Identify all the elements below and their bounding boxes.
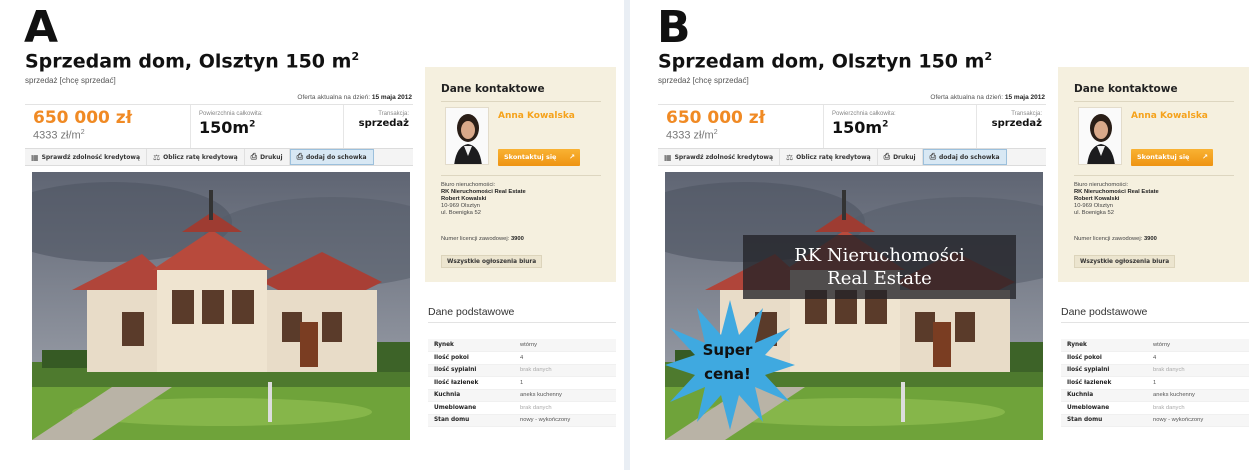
- table-row: Ilość sypialni brak danych: [1061, 364, 1249, 377]
- calculator-icon: ▦: [664, 152, 672, 162]
- add-to-clipboard-button[interactable]: ⎙ dodaj do schowka: [289, 149, 374, 165]
- listing-panel-b: B Sprzedam dom, Olsztyn 150 m2 sprzedaż …: [633, 0, 1253, 470]
- listing-subtitle: sprzedaż [chcę sprzedać]: [25, 76, 116, 85]
- clipboard-icon: ⎙: [296, 152, 304, 161]
- offer-date: Oferta aktualna na dzień: 15 maja 2012: [930, 94, 1045, 101]
- divider: [441, 175, 601, 176]
- area-label: Powierzchnia całkowita:: [832, 111, 896, 117]
- contact-button[interactable]: Skontaktuj się ↗: [1131, 149, 1213, 166]
- area-value: 150m2: [199, 118, 256, 137]
- print-button[interactable]: ⎙ Drukuj: [245, 149, 290, 165]
- credit-check-button[interactable]: ▦ Sprawdź zdolność kredytową: [658, 149, 780, 165]
- panel-divider: [624, 0, 630, 470]
- divider: [428, 322, 616, 323]
- table-row: Rynek wtórny: [428, 339, 616, 352]
- agent-avatar: [1078, 107, 1122, 165]
- scale-icon: ⚖: [153, 152, 161, 162]
- printer-icon: ⎙: [250, 152, 258, 161]
- contact-button[interactable]: Skontaktuj się ↗: [498, 149, 580, 166]
- panel-label: B: [657, 2, 691, 53]
- price-summary: 650 000 zł 4333 zł/m2 Powierzchnia całko…: [25, 104, 413, 149]
- panel-label: A: [24, 2, 59, 53]
- listing-toolbar: ▦ Sprawdź zdolność kredytową ⚖ Oblicz ratę…: [25, 148, 413, 166]
- transaction-label: Transakcja:: [378, 111, 409, 117]
- table-row: Rynek wtórny: [1061, 339, 1249, 352]
- license-number: Numer licencji zawodowej: 3900: [441, 236, 524, 242]
- offer-date: Oferta aktualna na dzień: 15 maja 2012: [297, 94, 412, 101]
- transaction-block: Transakcja: sprzedaż: [976, 105, 1046, 149]
- all-offers-button[interactable]: Wszystkie ogłoszenia biura: [1074, 255, 1176, 268]
- area-block: Powierzchnia całkowita: 150m2: [190, 105, 345, 149]
- listing-toolbar: ▦ Sprawdź zdolność kredytową ⚖ Oblicz ratę…: [658, 148, 1046, 166]
- listing-subtitle: sprzedaż [chcę sprzedać]: [658, 76, 749, 85]
- table-row: Ilość pokoi 4: [1061, 351, 1249, 365]
- contact-title: Dane kontaktowe: [441, 83, 545, 95]
- agency-info: Biuro nieruchomości: RK Nieruchomości Re…: [1074, 182, 1159, 216]
- add-to-clipboard-button[interactable]: ⎙ dodaj do schowka: [922, 149, 1007, 165]
- listing-panel-a: A Sprzedam dom, Olsztyn 150 m2 sprzedaż …: [0, 0, 620, 470]
- agent-avatar: [445, 107, 489, 165]
- transaction-label: Transakcja:: [1011, 111, 1042, 117]
- table-row: Ilość sypialni brak danych: [428, 364, 616, 377]
- divider: [441, 101, 601, 102]
- contact-box: Dane kontaktowe Anna Kowalska Skontaktuj…: [425, 67, 616, 282]
- basic-data-title: Dane podstawowe: [1061, 306, 1148, 318]
- arrow-icon: ↗: [569, 153, 575, 161]
- area-value: 150m2: [832, 118, 889, 137]
- table-row: Umeblowane brak danych: [1061, 401, 1249, 415]
- contact-title: Dane kontaktowe: [1074, 83, 1178, 95]
- transaction-value: sprzedaż: [991, 118, 1042, 129]
- agent-name[interactable]: Anna Kowalska: [1131, 111, 1208, 121]
- table-row: Stan domu nowy - wykończony: [1061, 414, 1249, 427]
- table-row: Stan domu nowy - wykończony: [428, 414, 616, 427]
- contact-box: Dane kontaktowe Anna Kowalska Skontaktuj…: [1058, 67, 1249, 282]
- table-row: Ilość łazienek 1: [428, 376, 616, 390]
- listing-title: Sprzedam dom, Olsztyn 150 m2: [658, 50, 993, 73]
- price-per-m2: 4333 zł/m2: [666, 129, 718, 142]
- calc-rate-button[interactable]: ⚖ Oblicz ratę kredytową: [147, 149, 245, 165]
- basic-data-title: Dane podstawowe: [428, 306, 515, 318]
- credit-check-button[interactable]: ▦ Sprawdź zdolność kredytową: [25, 149, 147, 165]
- table-row: Kuchnia aneks kuchenny: [428, 389, 616, 402]
- house-illustration: [32, 172, 410, 440]
- divider: [1061, 322, 1249, 323]
- table-row: Ilość pokoi 4: [428, 351, 616, 365]
- transaction-value: sprzedaż: [358, 118, 409, 129]
- table-row: Ilość łazienek 1: [1061, 376, 1249, 390]
- agency-info: Biuro nieruchomości: RK Nieruchomości Re…: [441, 182, 526, 216]
- listing-title: Sprzedam dom, Olsztyn 150 m2: [25, 50, 360, 73]
- table-row: Kuchnia aneks kuchenny: [1061, 389, 1249, 402]
- super-price-label: Super cena!: [702, 341, 753, 383]
- arrow-icon: ↗: [1202, 153, 1208, 161]
- house-photo[interactable]: [32, 172, 410, 440]
- transaction-block: Transakcja: sprzedaż: [343, 105, 413, 149]
- price-per-m2: 4333 zł/m2: [33, 129, 85, 142]
- basic-data-table: Rynek wtórny Ilość pokoi 4 Ilość sypialni b…: [1061, 339, 1249, 427]
- table-row: Umeblowane brak danych: [428, 401, 616, 415]
- calculator-icon: ▦: [31, 152, 39, 162]
- divider: [1074, 175, 1234, 176]
- area-label: Powierzchnia całkowita:: [199, 111, 263, 117]
- divider: [1074, 101, 1234, 102]
- clipboard-icon: ⎙: [929, 152, 937, 161]
- basic-data-table: Rynek wtórny Ilość pokoi 4 Ilość sypialni b…: [428, 339, 616, 427]
- print-button[interactable]: ⎙ Drukuj: [878, 149, 923, 165]
- license-number: Numer licencji zawodowej: 3900: [1074, 236, 1157, 242]
- price: 650 000 zł: [666, 108, 766, 128]
- all-offers-button[interactable]: Wszystkie ogłoszenia biura: [441, 255, 543, 268]
- agent-name[interactable]: Anna Kowalska: [498, 111, 575, 121]
- price: 650 000 zł: [33, 108, 133, 128]
- calc-rate-button[interactable]: ⚖ Oblicz ratę kredytową: [780, 149, 878, 165]
- scale-icon: ⚖: [786, 152, 794, 162]
- agency-banner-overlay: RK Nieruchomości Real Estate: [743, 235, 1016, 299]
- price-summary: 650 000 zł 4333 zł/m2 Powierzchnia całko…: [658, 104, 1046, 149]
- printer-icon: ⎙: [883, 152, 891, 161]
- area-block: Powierzchnia całkowita: 150m2: [823, 105, 978, 149]
